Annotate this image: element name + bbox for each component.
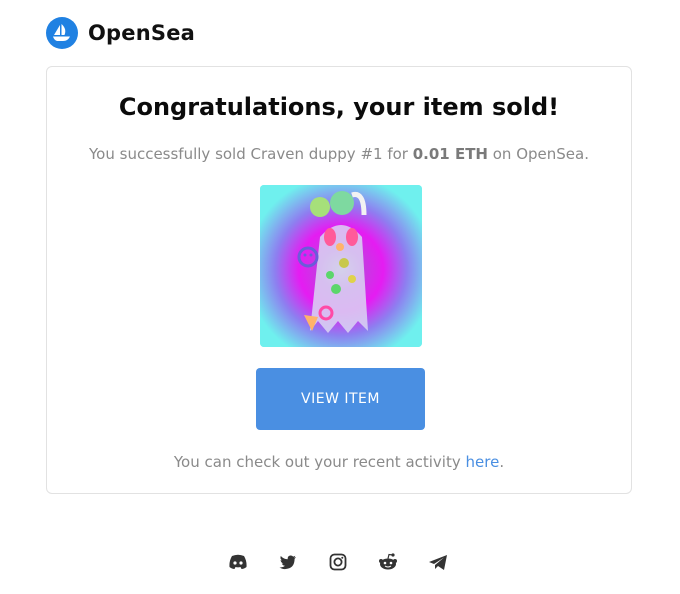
activity-link[interactable]: here xyxy=(466,453,500,471)
nft-image[interactable] xyxy=(260,185,422,347)
twitter-icon[interactable] xyxy=(276,550,300,574)
sale-notification-card: Congratulations, your item sold! You suc… xyxy=(46,66,632,494)
header: OpenSea xyxy=(46,16,195,50)
view-item-button[interactable]: VIEW ITEM xyxy=(256,368,425,430)
sale-message: You successfully sold Craven duppy #1 fo… xyxy=(47,145,631,163)
social-links xyxy=(226,550,450,574)
instagram-icon[interactable] xyxy=(326,550,350,574)
discord-icon[interactable] xyxy=(226,550,250,574)
activity-text-end: . xyxy=(499,453,505,471)
activity-text-label: You can check out your recent activity xyxy=(173,453,466,471)
opensea-logo-icon[interactable] xyxy=(46,17,78,49)
reddit-icon[interactable] xyxy=(376,550,400,574)
activity-text: You can check out your recent activity h… xyxy=(47,453,631,471)
message-prefix: You successfully sold Craven duppy #1 fo… xyxy=(89,145,413,163)
page-title: Congratulations, your item sold! xyxy=(118,93,560,121)
message-suffix: on OpenSea. xyxy=(487,145,589,163)
sale-price: 0.01 ETH xyxy=(412,145,488,163)
telegram-icon[interactable] xyxy=(426,550,450,574)
brand-name[interactable]: OpenSea xyxy=(88,21,195,45)
